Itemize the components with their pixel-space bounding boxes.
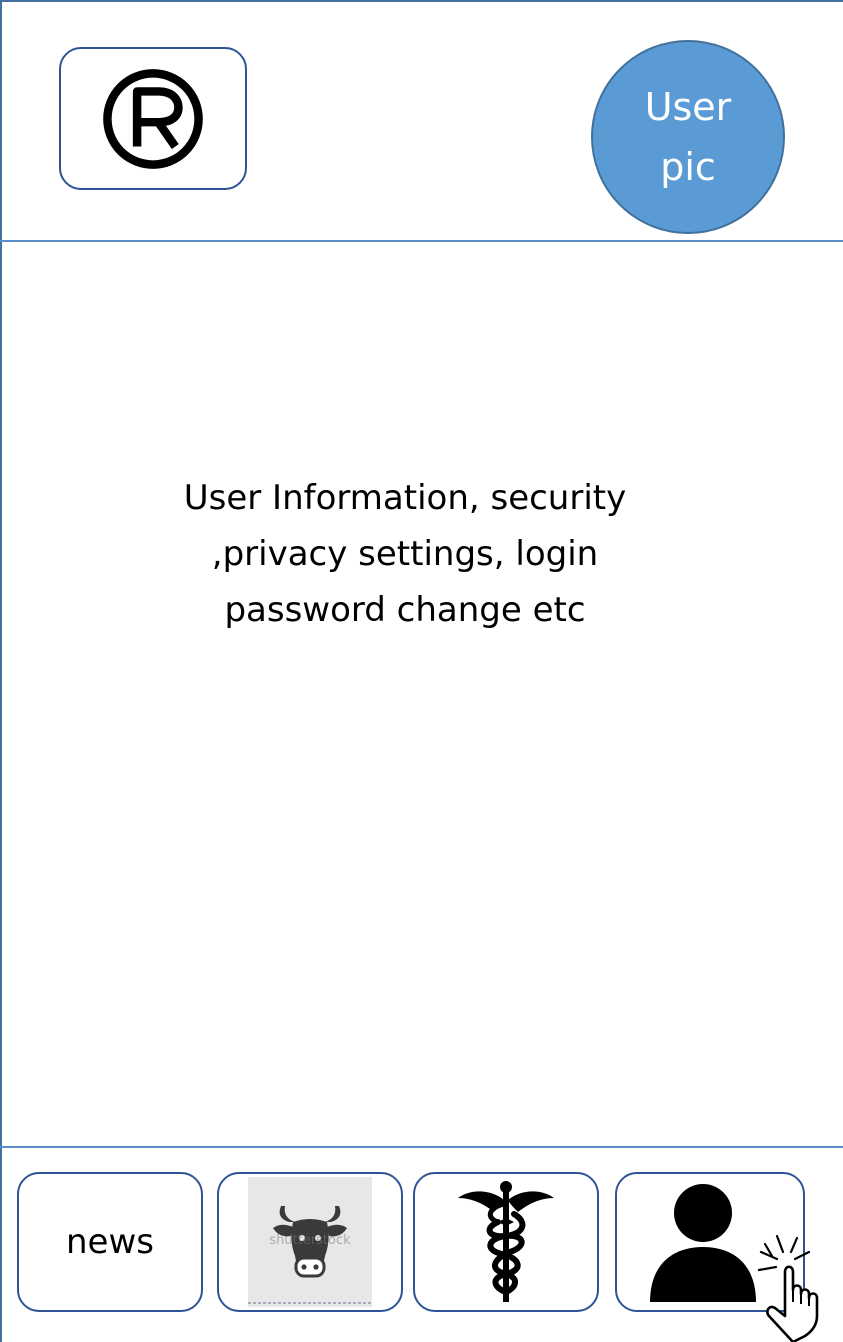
cow-image: shutterstock: [248, 1177, 372, 1307]
user-avatar[interactable]: User pic: [591, 40, 785, 234]
user-settings-description: User Information, security ,privacy sett…: [100, 470, 710, 638]
pointing-hand-cursor-icon: [757, 1234, 819, 1342]
watermark-footer: [248, 1302, 372, 1304]
caduceus-icon: [458, 1181, 554, 1302]
nav-health-button[interactable]: [413, 1172, 599, 1312]
avatar-label-line1: User: [644, 85, 732, 129]
description-line-1: User Information, security: [183, 478, 627, 518]
description-line-2: ,privacy settings, login: [211, 534, 599, 574]
avatar-label-line2: pic: [660, 145, 716, 189]
description-line-3: password change etc: [224, 590, 586, 630]
image-watermark: shutterstock: [269, 1233, 351, 1248]
footer-divider: [0, 1146, 843, 1148]
user-profile-icon: [650, 1184, 756, 1302]
nav-news-label: news: [66, 1222, 154, 1262]
registered-trademark-icon: [103, 68, 203, 169]
logo-button[interactable]: [59, 47, 247, 190]
nav-farm-button[interactable]: shutterstock: [217, 1172, 403, 1312]
header-divider: [0, 240, 843, 242]
nav-news-button[interactable]: news: [17, 1172, 203, 1312]
